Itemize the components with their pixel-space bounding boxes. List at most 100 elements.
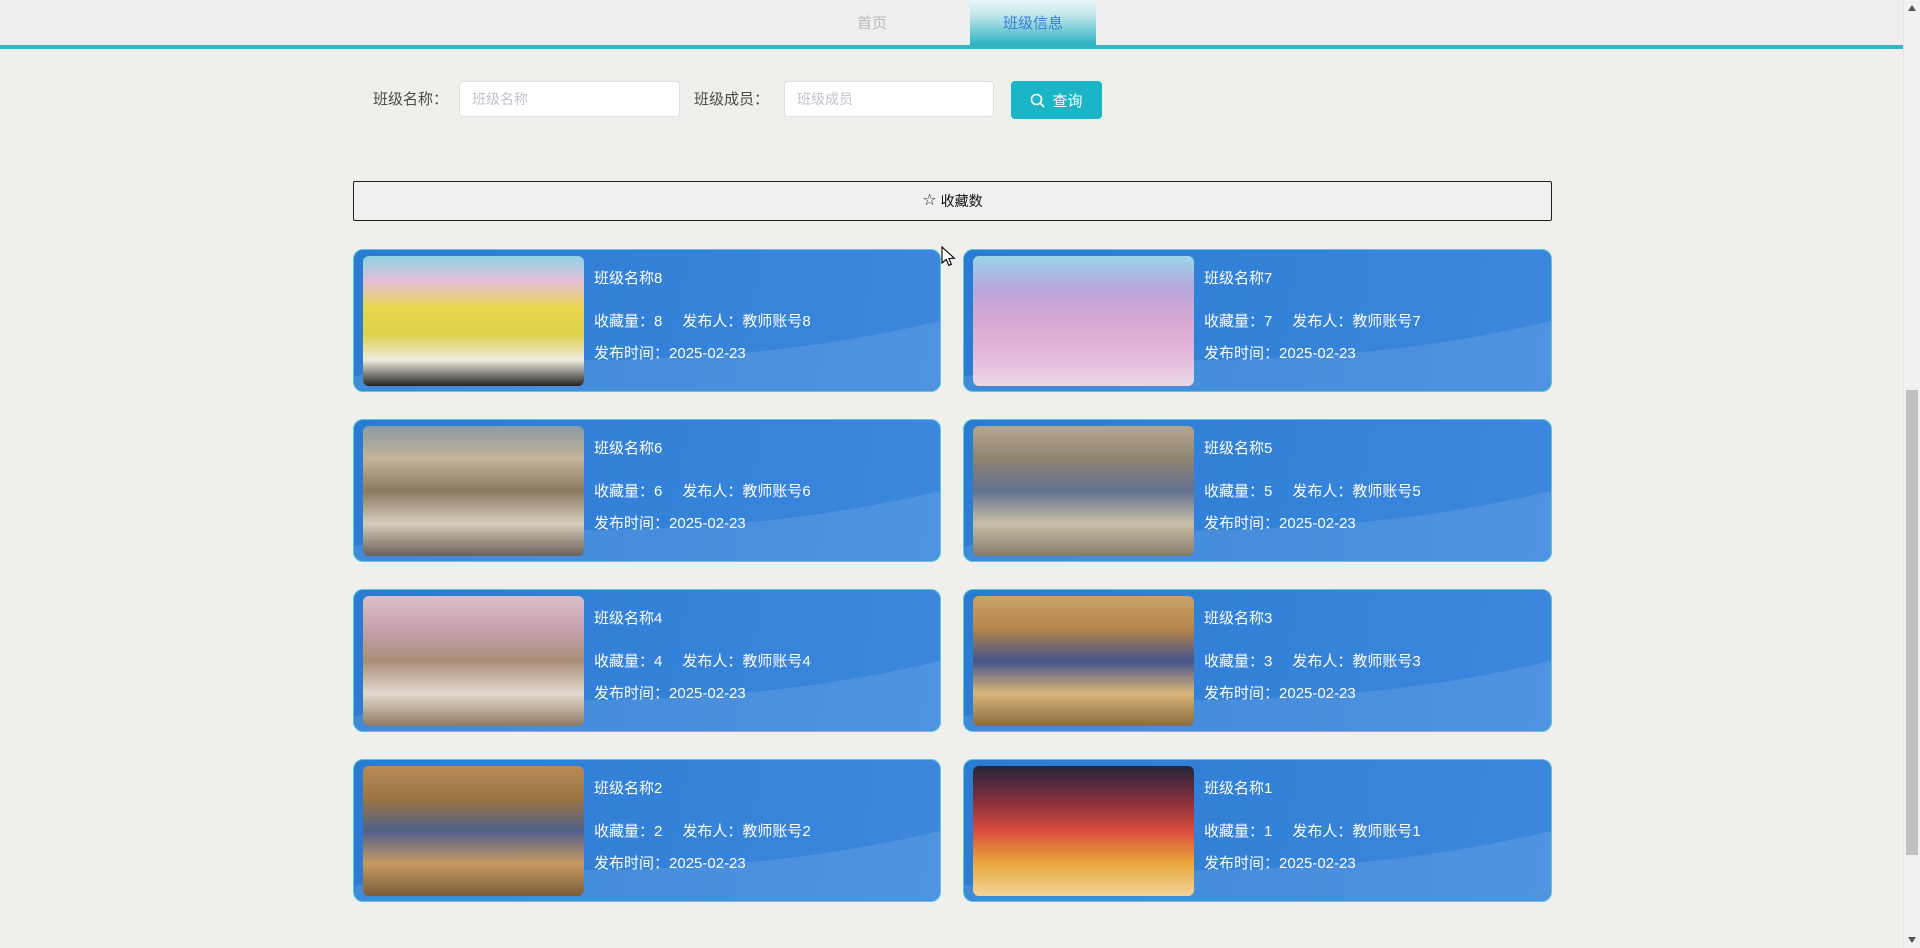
class-title: 班级名称1 (1204, 780, 1273, 797)
class-meta: 收藏量：1 发布人：教师账号1 (1204, 820, 1421, 841)
class-meta: 收藏量：8 发布人：教师账号8 (594, 310, 811, 331)
class-publish-date: 发布时间：2025-02-23 (594, 682, 746, 703)
favorites-count: 2 (654, 823, 663, 840)
scrollbar-up-arrow-icon[interactable] (1908, 5, 1916, 11)
publish-time-label: 发布时间： (594, 515, 670, 532)
favorites-label: 收藏量： (1204, 823, 1265, 840)
class-card-grid: 班级名称8 收藏量：8 发布人：教师账号8 发布时间：2025-02-23 班级名… (353, 249, 1552, 902)
publisher-name: 教师账号8 (742, 313, 811, 330)
favorites-label: 收藏量： (594, 313, 655, 330)
top-navbar: 首页 班级信息 (0, 0, 1903, 49)
favorites-count: 8 (654, 313, 663, 330)
favorites-label: 收藏量： (1204, 483, 1265, 500)
class-publish-date: 发布时间：2025-02-23 (594, 852, 746, 873)
class-meta: 收藏量：3 发布人：教师账号3 (1204, 650, 1421, 671)
favorites-count: 7 (1264, 313, 1273, 330)
publisher-name: 教师账号5 (1352, 483, 1421, 500)
publisher-name: 教师账号6 (742, 483, 811, 500)
class-card[interactable]: 班级名称6 收藏量：6 发布人：教师账号6 发布时间：2025-02-23 (353, 419, 941, 562)
class-meta: 收藏量：6 发布人：教师账号6 (594, 480, 811, 501)
publisher-name: 教师账号4 (742, 653, 811, 670)
class-publish-date: 发布时间：2025-02-23 (1204, 852, 1356, 873)
class-meta: 收藏量：7 发布人：教师账号7 (1204, 310, 1421, 331)
tab-home[interactable]: 首页 (809, 0, 935, 45)
class-publish-date: 发布时间：2025-02-23 (1204, 512, 1356, 533)
class-name-input[interactable] (459, 81, 680, 117)
publish-time-label: 发布时间： (594, 685, 670, 702)
class-publish-date: 发布时间：2025-02-23 (594, 512, 746, 533)
class-meta: 收藏量：4 发布人：教师账号4 (594, 650, 811, 671)
publish-time-value: 2025-02-23 (669, 345, 746, 362)
publisher-name: 教师账号1 (1352, 823, 1421, 840)
publisher-label: 发布人： (1292, 823, 1353, 840)
scrollbar-thumb[interactable] (1906, 390, 1918, 855)
publish-time-value: 2025-02-23 (1279, 345, 1356, 362)
class-title: 班级名称6 (594, 440, 663, 457)
publish-time-label: 发布时间： (1204, 685, 1280, 702)
class-publish-date: 发布时间：2025-02-23 (594, 342, 746, 363)
class-card[interactable]: 班级名称1 收藏量：1 发布人：教师账号1 发布时间：2025-02-23 (963, 759, 1552, 902)
class-photo (363, 426, 584, 556)
class-title: 班级名称4 (594, 610, 663, 627)
class-card[interactable]: 班级名称2 收藏量：2 发布人：教师账号2 发布时间：2025-02-23 (353, 759, 941, 902)
tab-home-label: 首页 (856, 15, 887, 32)
tab-class-info[interactable]: 班级信息 (970, 0, 1096, 45)
class-member-input[interactable] (784, 81, 994, 117)
class-title: 班级名称8 (594, 270, 663, 287)
publish-time-value: 2025-02-23 (1279, 685, 1356, 702)
publisher-name: 教师账号3 (1352, 653, 1421, 670)
publisher-label: 发布人： (682, 653, 743, 670)
class-photo (363, 766, 584, 896)
sort-bar-label: 收藏数 (940, 193, 983, 209)
publisher-name: 教师账号2 (742, 823, 811, 840)
publish-time-label: 发布时间： (594, 855, 670, 872)
favorites-count: 3 (1264, 653, 1273, 670)
scrollbar-down-arrow-icon[interactable] (1908, 937, 1916, 943)
class-title: 班级名称7 (1204, 270, 1273, 287)
publish-time-value: 2025-02-23 (669, 685, 746, 702)
star-outline-icon: ☆ (922, 192, 937, 209)
publisher-label: 发布人： (1292, 653, 1353, 670)
class-photo (363, 256, 584, 386)
publisher-label: 发布人： (682, 483, 743, 500)
favorites-label: 收藏量： (594, 823, 655, 840)
class-card[interactable]: 班级名称8 收藏量：8 发布人：教师账号8 发布时间：2025-02-23 (353, 249, 941, 392)
publish-time-label: 发布时间： (1204, 345, 1280, 362)
class-card[interactable]: 班级名称4 收藏量：4 发布人：教师账号4 发布时间：2025-02-23 (353, 589, 941, 732)
vertical-scrollbar[interactable] (1903, 0, 1920, 948)
publish-time-value: 2025-02-23 (669, 515, 746, 532)
class-photo (973, 256, 1194, 386)
favorites-label: 收藏量： (594, 653, 655, 670)
publish-time-value: 2025-02-23 (1279, 515, 1356, 532)
favorites-count: 1 (1264, 823, 1273, 840)
class-card[interactable]: 班级名称5 收藏量：5 发布人：教师账号5 发布时间：2025-02-23 (963, 419, 1552, 562)
publisher-label: 发布人： (682, 313, 743, 330)
publisher-label: 发布人： (1292, 313, 1353, 330)
class-publish-date: 发布时间：2025-02-23 (1204, 342, 1356, 363)
class-meta: 收藏量：5 发布人：教师账号5 (1204, 480, 1421, 501)
favorites-label: 收藏量： (594, 483, 655, 500)
favorites-count: 6 (654, 483, 663, 500)
class-member-label: 班级成员： (694, 91, 770, 108)
class-title: 班级名称2 (594, 780, 663, 797)
sort-by-favorites-bar[interactable]: ☆ 收藏数 (353, 181, 1552, 221)
publisher-name: 教师账号7 (1352, 313, 1421, 330)
publish-time-label: 发布时间： (1204, 855, 1280, 872)
class-photo (363, 596, 584, 726)
magnifier-icon (1031, 93, 1045, 107)
class-photo (973, 596, 1194, 726)
query-button[interactable]: 查询 (1011, 81, 1102, 119)
favorites-count: 4 (654, 653, 663, 670)
class-publish-date: 发布时间：2025-02-23 (1204, 682, 1356, 703)
publish-time-value: 2025-02-23 (1279, 855, 1356, 872)
favorites-count: 5 (1264, 483, 1273, 500)
favorites-label: 收藏量： (1204, 653, 1265, 670)
class-title: 班级名称3 (1204, 610, 1273, 627)
tab-class-info-label: 班级信息 (1002, 15, 1063, 32)
publisher-label: 发布人： (1292, 483, 1353, 500)
publish-time-label: 发布时间： (594, 345, 670, 362)
query-button-label: 查询 (1052, 92, 1083, 110)
class-card[interactable]: 班级名称7 收藏量：7 发布人：教师账号7 发布时间：2025-02-23 (963, 249, 1552, 392)
class-card[interactable]: 班级名称3 收藏量：3 发布人：教师账号3 发布时间：2025-02-23 (963, 589, 1552, 732)
class-photo (973, 766, 1194, 896)
